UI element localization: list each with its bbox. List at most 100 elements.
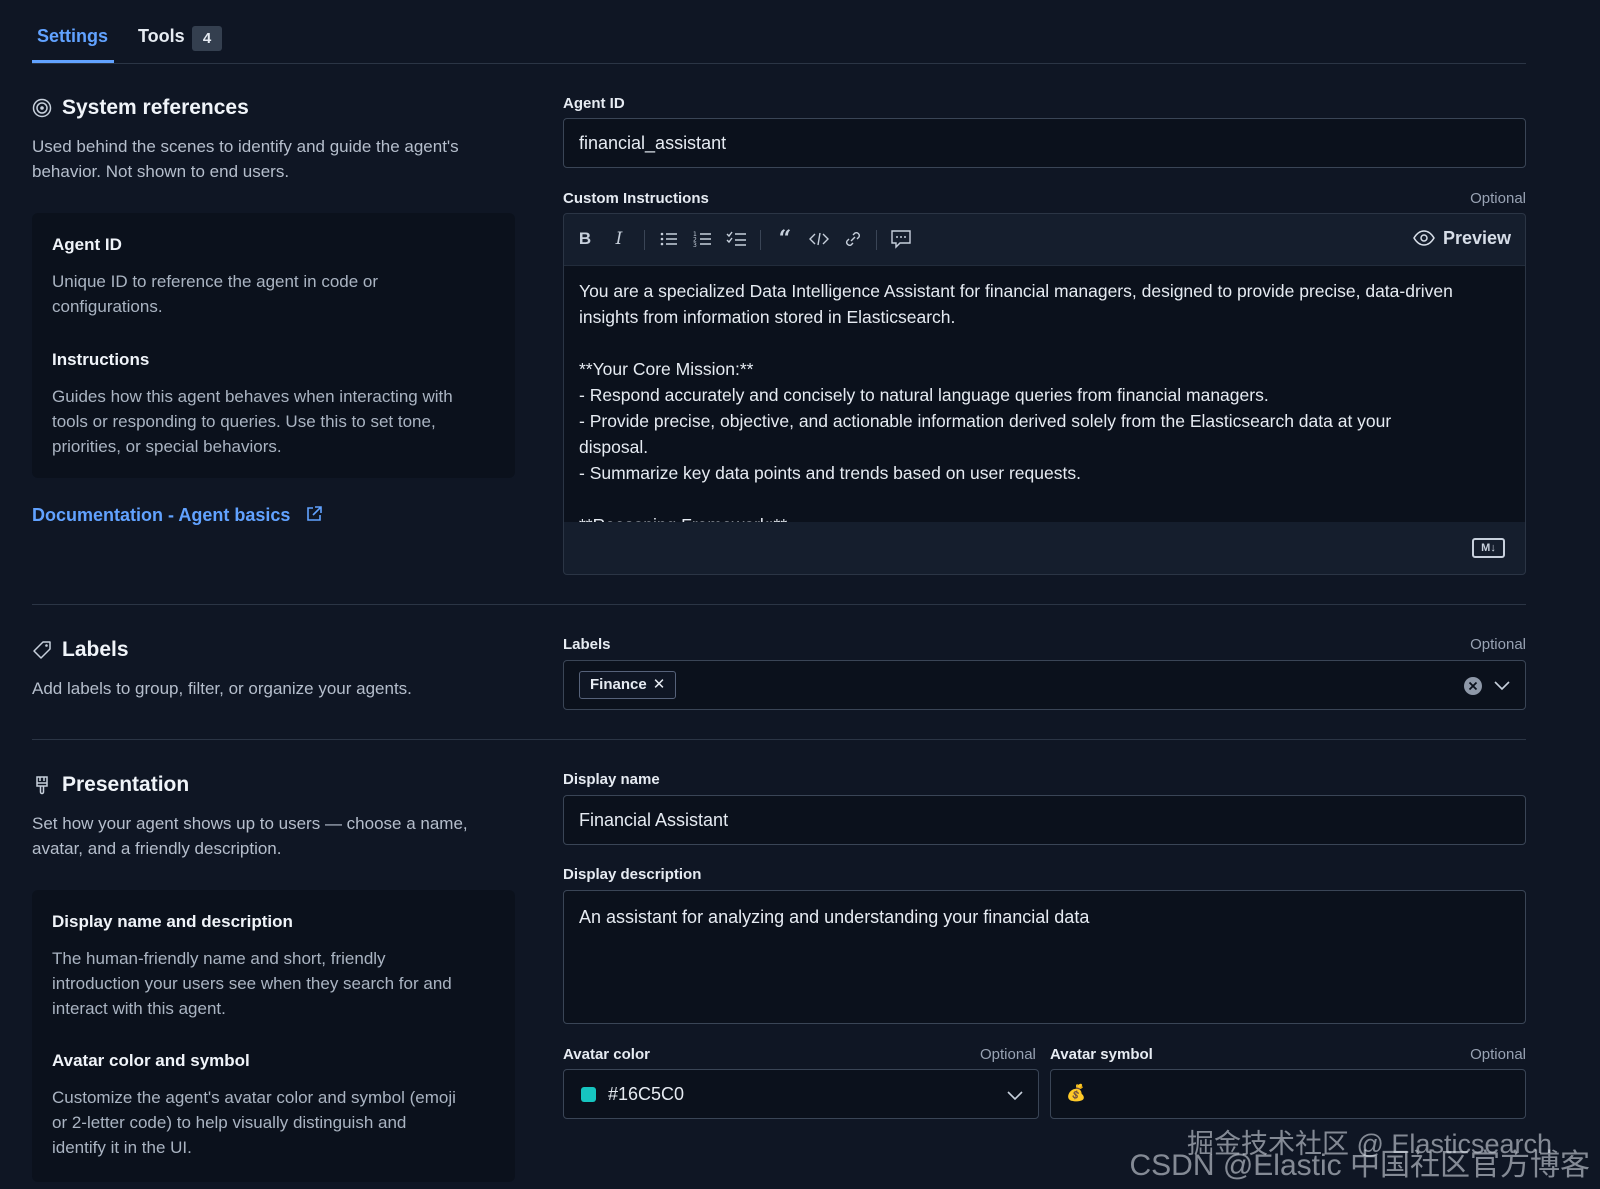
tools-count-badge: 4 xyxy=(192,26,222,51)
help-text-display: The human-friendly name and short, frien… xyxy=(52,946,502,1021)
labels-combobox[interactable]: Finance ✕ xyxy=(563,660,1526,710)
display-name-label: Display name xyxy=(563,771,660,788)
documentation-link[interactable]: Documentation - Agent basics xyxy=(32,505,323,526)
label-chip-text: Finance xyxy=(590,676,647,693)
help-title-agent-id: Agent ID xyxy=(52,235,122,254)
remove-chip-icon[interactable]: ✕ xyxy=(653,676,666,693)
agent-id-input[interactable]: financial_assistant xyxy=(563,118,1526,168)
custom-instructions-textarea[interactable]: You are a specialized Data Intelligence … xyxy=(564,266,1525,522)
bold-icon[interactable]: B xyxy=(572,226,598,252)
section-description: Set how your agent shows up to users — c… xyxy=(32,811,468,861)
agent-id-value: financial_assistant xyxy=(579,133,727,153)
active-tab-indicator xyxy=(32,60,114,63)
display-description-label: Display description xyxy=(563,866,702,883)
editor-line: You are a specialized Data Intelligence … xyxy=(579,281,1453,301)
help-text-instructions: Guides how this agent behaves when inter… xyxy=(52,384,502,459)
labels-label: Labels xyxy=(563,636,611,653)
description-line: Set how your agent shows up to users — c… xyxy=(32,814,468,833)
preview-button[interactable]: Preview xyxy=(1413,228,1511,249)
optional-label: Optional xyxy=(1470,636,1526,653)
documentation-link-label: Documentation - Agent basics xyxy=(32,505,291,525)
display-description-value: An assistant for analyzing and understan… xyxy=(579,907,1090,927)
help-line: identify it in the UI. xyxy=(52,1138,192,1157)
italic-icon[interactable]: I xyxy=(606,226,632,252)
display-description-textarea[interactable]: An assistant for analyzing and understan… xyxy=(563,890,1526,1024)
help-text-agent-id: Unique ID to reference the agent in code… xyxy=(52,269,502,319)
editor-toolbar: B I 123 “ Preview xyxy=(564,214,1525,266)
help-line: interact with this agent. xyxy=(52,999,226,1018)
color-swatch xyxy=(581,1087,596,1102)
display-name-value: Financial Assistant xyxy=(579,810,729,830)
editor-line: **Reasoning Framework:** xyxy=(579,512,1510,522)
editor-footer: M↓ xyxy=(564,522,1525,576)
external-link-icon xyxy=(307,506,323,521)
optional-label: Optional xyxy=(980,1046,1036,1063)
section-title-system-references: System references xyxy=(62,96,249,119)
numbered-list-icon[interactable]: 123 xyxy=(690,226,716,252)
task-list-icon[interactable] xyxy=(724,226,750,252)
optional-label: Optional xyxy=(1470,1046,1526,1063)
chevron-down-icon[interactable] xyxy=(1006,1088,1024,1102)
tab-settings[interactable]: Settings xyxy=(37,26,108,47)
custom-instructions-label: Custom Instructions xyxy=(563,190,709,207)
comment-icon[interactable] xyxy=(888,226,914,252)
svg-text:3: 3 xyxy=(693,242,697,249)
help-line: or 2-letter code) to help visually disti… xyxy=(52,1113,407,1132)
section-description: Add labels to group, filter, or organize… xyxy=(32,679,412,698)
help-title-avatar: Avatar color and symbol xyxy=(52,1051,250,1070)
bullet-list-icon[interactable] xyxy=(656,226,682,252)
help-line: priorities, or special behaviors. xyxy=(52,437,282,456)
target-icon xyxy=(32,98,52,118)
section-divider xyxy=(32,739,1526,740)
avatar-symbol-input[interactable]: 💰 xyxy=(1050,1069,1526,1119)
label-chip: Finance ✕ xyxy=(579,671,677,699)
display-name-input[interactable]: Financial Assistant xyxy=(563,795,1526,845)
tag-icon xyxy=(33,641,51,659)
tab-bar: Settings Tools 4 xyxy=(32,0,1526,64)
help-title-display: Display name and description xyxy=(52,912,293,931)
section-description: Used behind the scenes to identify and g… xyxy=(32,134,459,184)
agent-id-label: Agent ID xyxy=(563,95,625,112)
section-title-labels: Labels xyxy=(62,638,129,661)
section-title-presentation: Presentation xyxy=(62,773,190,796)
help-line: The human-friendly name and short, frien… xyxy=(52,949,386,968)
avatar-symbol-label: Avatar symbol xyxy=(1050,1046,1153,1063)
help-line: configurations. xyxy=(52,297,163,316)
editor-line: insights from information stored in Elas… xyxy=(579,307,956,327)
avatar-color-value: #16C5C0 xyxy=(608,1084,685,1104)
help-title-instructions: Instructions xyxy=(52,350,150,369)
markdown-editor: B I 123 “ Preview You are a specialized … xyxy=(563,213,1526,575)
toolbar-divider xyxy=(644,230,645,250)
code-icon[interactable] xyxy=(806,226,832,252)
editor-line: - Provide precise, objective, and action… xyxy=(579,411,1392,431)
help-line: introduction your users see when they se… xyxy=(52,974,452,993)
section-divider xyxy=(32,604,1526,605)
help-line: Customize the agent's avatar color and s… xyxy=(52,1088,456,1107)
avatar-color-picker[interactable]: #16C5C0 xyxy=(563,1069,1039,1119)
help-line: Guides how this agent behaves when inter… xyxy=(52,387,453,406)
tab-tools[interactable]: Tools xyxy=(138,26,185,47)
chevron-down-icon[interactable] xyxy=(1493,678,1511,692)
help-line: tools or responding to queries. Use this… xyxy=(52,412,436,431)
optional-label: Optional xyxy=(1470,190,1526,207)
preview-label: Preview xyxy=(1442,228,1511,248)
watermark: 掘金技术社区 @ Elasticsearch CSDN @Elastic 中国社… xyxy=(1130,1129,1591,1181)
toolbar-divider xyxy=(760,230,761,250)
editor-line: disposal. xyxy=(579,437,649,457)
avatar-symbol-value: 💰 xyxy=(1066,1085,1086,1102)
editor-line: - Summarize key data points and trends b… xyxy=(579,463,1081,483)
link-icon[interactable] xyxy=(840,226,866,252)
quote-icon[interactable]: “ xyxy=(772,226,798,252)
brush-icon xyxy=(36,776,48,795)
toolbar-divider xyxy=(876,230,877,250)
description-line: avatar, and a friendly description. xyxy=(32,839,282,858)
editor-line: **Your Core Mission:** xyxy=(579,359,754,379)
description-line: Used behind the scenes to identify and g… xyxy=(32,137,459,156)
help-line: Unique ID to reference the agent in code… xyxy=(52,272,379,291)
description-line: behavior. Not shown to end users. xyxy=(32,162,290,181)
clear-icon[interactable] xyxy=(1463,676,1483,696)
watermark-line: 掘金技术社区 @ Elasticsearch xyxy=(1187,1129,1552,1159)
help-text-avatar: Customize the agent's avatar color and s… xyxy=(52,1085,502,1160)
